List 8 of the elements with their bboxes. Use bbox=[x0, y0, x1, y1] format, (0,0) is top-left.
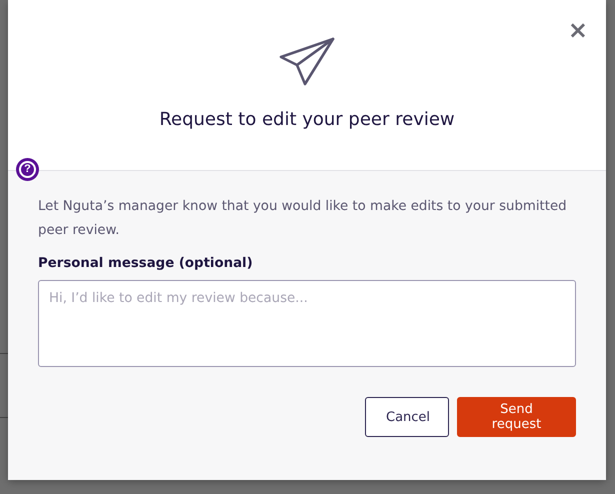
message-label: Personal message (optional) bbox=[38, 256, 254, 271]
close-button[interactable]: × bbox=[566, 18, 590, 42]
paper-plane-icon bbox=[279, 37, 335, 87]
cancel-button[interactable]: Cancel bbox=[365, 397, 449, 437]
message-field[interactable]: Hi, I’d like to edit my review because... bbox=[38, 280, 576, 367]
dialog-title: Request to edit your peer review bbox=[159, 109, 455, 130]
description-text: Let Nguta’s manager know that you would like to make edits to your submitted peer review. bbox=[38, 198, 568, 240]
send-request-button[interactable]: Send request bbox=[457, 397, 576, 437]
